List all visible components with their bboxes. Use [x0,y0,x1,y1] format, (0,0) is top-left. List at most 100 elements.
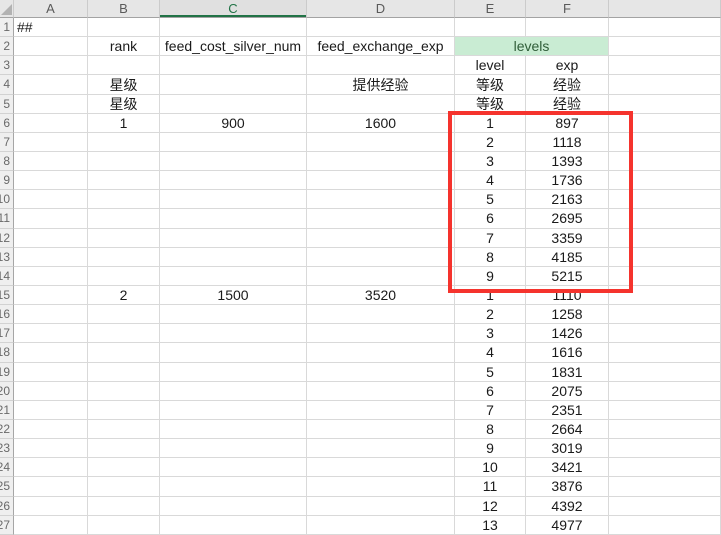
cell-F4[interactable]: 经验 [526,75,609,94]
cell-D1[interactable] [307,18,455,37]
cell-D3[interactable] [307,56,455,75]
cell-A8[interactable] [14,152,88,171]
cell-C17[interactable] [160,324,307,343]
row-header-12[interactable]: 12 [0,229,14,248]
cell-G22[interactable] [609,420,721,439]
cell-B22[interactable] [88,420,160,439]
cell-A5[interactable] [14,95,88,114]
row-header-22[interactable]: 22 [0,420,14,439]
cell-F1[interactable] [526,18,609,37]
cell-A18[interactable] [14,343,88,362]
cell-C14[interactable] [160,267,307,286]
cell-C21[interactable] [160,401,307,420]
cell-C25[interactable] [160,477,307,496]
column-header-B[interactable]: B [88,0,160,18]
row-header-16[interactable]: 16 [0,305,14,324]
cell-F26[interactable]: 4392 [526,497,609,516]
cell-D20[interactable] [307,382,455,401]
cell-D15[interactable]: 3520 [307,286,455,305]
cell-G14[interactable] [609,267,721,286]
cell-F14[interactable]: 5215 [526,267,609,286]
cell-F3[interactable]: exp [526,56,609,75]
cell-E22[interactable]: 8 [455,420,526,439]
cell-E1[interactable] [455,18,526,37]
cell-F23[interactable]: 3019 [526,439,609,458]
column-header-C[interactable]: C [160,0,307,18]
cell-G11[interactable] [609,209,721,228]
cell-D27[interactable] [307,516,455,535]
cell-E10[interactable]: 5 [455,190,526,209]
cell-F21[interactable]: 2351 [526,401,609,420]
cell-D25[interactable] [307,477,455,496]
cell-B4[interactable]: 星级 [88,75,160,94]
cell-A21[interactable] [14,401,88,420]
cell-G24[interactable] [609,458,721,477]
cell-G13[interactable] [609,248,721,267]
cell-F18[interactable]: 1616 [526,343,609,362]
cell-G19[interactable] [609,363,721,382]
cell-F22[interactable]: 2664 [526,420,609,439]
cell-G27[interactable] [609,516,721,535]
cell-G9[interactable] [609,171,721,190]
cell-D11[interactable] [307,209,455,228]
cell-F12[interactable]: 3359 [526,229,609,248]
cell-A10[interactable] [14,190,88,209]
cell-G10[interactable] [609,190,721,209]
cell-B1[interactable] [88,18,160,37]
cell-D9[interactable] [307,171,455,190]
row-header-24[interactable]: 24 [0,458,14,477]
cell-D17[interactable] [307,324,455,343]
cell-A16[interactable] [14,305,88,324]
cell-B14[interactable] [88,267,160,286]
cell-G20[interactable] [609,382,721,401]
cell-C24[interactable] [160,458,307,477]
cell-G3[interactable] [609,56,721,75]
cell-B19[interactable] [88,363,160,382]
cell-C22[interactable] [160,420,307,439]
cell-F13[interactable]: 4185 [526,248,609,267]
cell-G25[interactable] [609,477,721,496]
cell-D22[interactable] [307,420,455,439]
cell-G12[interactable] [609,229,721,248]
cell-A27[interactable] [14,516,88,535]
row-header-25[interactable]: 25 [0,477,14,496]
cell-A6[interactable] [14,114,88,133]
cell-C2[interactable]: feed_cost_silver_num [160,37,307,56]
cell-E26[interactable]: 12 [455,497,526,516]
cell-B24[interactable] [88,458,160,477]
row-header-8[interactable]: 8 [0,152,14,171]
cell-E25[interactable]: 11 [455,477,526,496]
row-header-11[interactable]: 11 [0,209,14,228]
cell-D7[interactable] [307,133,455,152]
cell-G8[interactable] [609,152,721,171]
cell-B18[interactable] [88,343,160,362]
cell-E3[interactable]: level [455,56,526,75]
cell-A2[interactable] [14,37,88,56]
cell-B27[interactable] [88,516,160,535]
cell-G1[interactable] [609,18,721,37]
cell-A9[interactable] [14,171,88,190]
cell-D14[interactable] [307,267,455,286]
cell-D8[interactable] [307,152,455,171]
cell-B9[interactable] [88,171,160,190]
cell-E27[interactable]: 13 [455,516,526,535]
row-header-7[interactable]: 7 [0,133,14,152]
cell-F24[interactable]: 3421 [526,458,609,477]
cell-C26[interactable] [160,497,307,516]
cell-B7[interactable] [88,133,160,152]
cell-F6[interactable]: 897 [526,114,609,133]
cell-A13[interactable] [14,248,88,267]
cell-G7[interactable] [609,133,721,152]
cell-G23[interactable] [609,439,721,458]
cell-C27[interactable] [160,516,307,535]
cell-C20[interactable] [160,382,307,401]
cell-A15[interactable] [14,286,88,305]
cell-D6[interactable]: 1600 [307,114,455,133]
cell-C3[interactable] [160,56,307,75]
cell-C13[interactable] [160,248,307,267]
cell-E5[interactable]: 等级 [455,95,526,114]
cell-G5[interactable] [609,95,721,114]
column-header-A[interactable]: A [14,0,88,18]
cell-A24[interactable] [14,458,88,477]
cell-A20[interactable] [14,382,88,401]
